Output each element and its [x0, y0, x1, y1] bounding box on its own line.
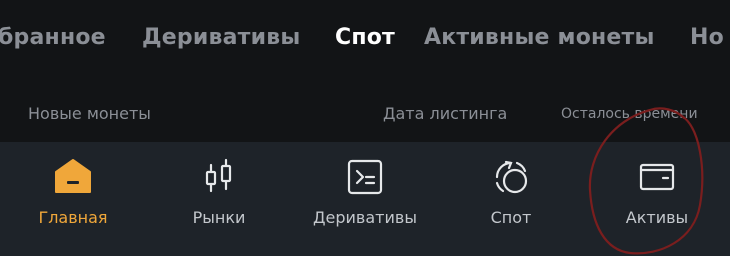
tab-derivatives[interactable]: Деривативы: [142, 25, 300, 50]
tab-hot-coins[interactable]: Активные монеты: [424, 25, 655, 50]
nav-label-derivatives: Деривативы: [313, 208, 417, 227]
nav-item-home[interactable]: Главная: [0, 142, 146, 256]
tab-favorites[interactable]: бранное: [0, 25, 106, 50]
home-icon: [53, 157, 93, 197]
nav-item-markets[interactable]: Рынки: [146, 142, 292, 256]
futures-icon: [345, 157, 385, 197]
spot-icon: [491, 157, 531, 197]
column-listing-date[interactable]: Дата листинга: [383, 104, 507, 123]
nav-label-markets: Рынки: [192, 208, 246, 227]
nav-label-assets: Активы: [625, 208, 689, 227]
column-new-coins[interactable]: Новые монеты: [28, 104, 151, 123]
bottom-navigation: Главная Рынки Деривативы Спот Активы: [0, 142, 730, 256]
wallet-icon: [637, 157, 677, 197]
nav-label-home: Главная: [38, 208, 108, 227]
category-tabs: бранное Деривативы Спот Активные монеты …: [0, 0, 730, 82]
candlestick-icon: [199, 157, 239, 197]
new-coins-list-header: Новые монеты Дата листинга Осталось врем…: [0, 82, 730, 142]
tab-new[interactable]: Но: [690, 25, 724, 50]
tab-spot[interactable]: Спот: [335, 25, 395, 50]
column-time-left[interactable]: Осталось времени: [561, 106, 698, 122]
nav-item-derivatives[interactable]: Деривативы: [292, 142, 438, 256]
nav-label-spot: Спот: [490, 208, 532, 227]
nav-item-assets[interactable]: Активы: [584, 142, 730, 256]
nav-item-spot[interactable]: Спот: [438, 142, 584, 256]
